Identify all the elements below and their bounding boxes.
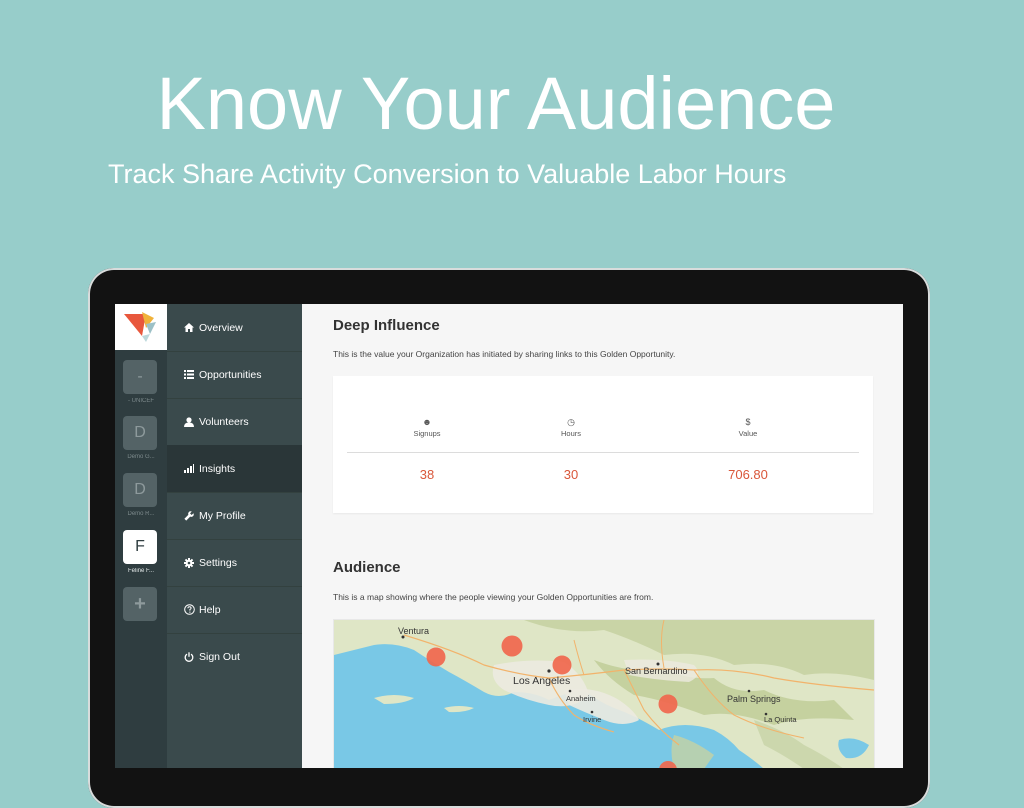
app-logo[interactable] — [115, 304, 167, 350]
nav-item-opportunities[interactable]: Opportunities — [167, 351, 302, 399]
bar-chart-icon — [183, 464, 195, 473]
org-label-unicef: - UNICEF — [128, 398, 154, 404]
org-button-demo-r[interactable]: D — [123, 473, 157, 507]
org-button-demo-g[interactable]: D — [123, 416, 157, 450]
stat-value-value: 706.80 — [728, 467, 768, 482]
user-icon: ☻ — [422, 417, 432, 427]
stat-value-hours: 30 — [563, 467, 579, 482]
nav-item-sign-out[interactable]: Sign Out — [167, 633, 302, 680]
org-label-feline-f: Feline F... — [127, 568, 154, 574]
org-label-demo-g: Demo G... — [127, 454, 155, 460]
nav-label-settings: Settings — [199, 556, 237, 569]
logo-icon — [124, 312, 156, 342]
audience-marker — [658, 694, 678, 714]
gear-icon — [183, 557, 195, 568]
nav-label-opportunities: Opportunities — [199, 368, 262, 381]
user-icon — [183, 416, 195, 427]
stat-label-signups: Signups — [413, 429, 441, 438]
deep-influence-description: This is the value your Organization has … — [333, 349, 676, 359]
org-button-feline-f[interactable]: F — [123, 530, 157, 564]
add-org-button[interactable]: + — [123, 587, 157, 621]
nav-label-overview: Overview — [199, 321, 243, 334]
audience-title: Audience — [333, 559, 401, 576]
city-dot-ventura — [401, 635, 405, 639]
org-label-demo-r: Demo R... — [127, 511, 155, 517]
nav-label-volunteers: Volunteers — [199, 415, 249, 428]
dollar-icon: $ — [745, 417, 751, 427]
stat-label-value: Value — [738, 429, 758, 438]
audience-marker — [426, 647, 446, 667]
wrench-icon — [183, 510, 195, 521]
deep-influence-title: Deep Influence — [333, 317, 440, 334]
nav-item-my-profile[interactable]: My Profile — [167, 492, 302, 540]
nav-label-insights: Insights — [199, 462, 236, 475]
nav-item-insights[interactable]: Insights — [167, 445, 302, 493]
city-dot-los-angeles — [547, 669, 551, 673]
home-icon — [183, 323, 195, 332]
clock-icon: ◷ — [567, 417, 575, 427]
app-screen: - - UNICEF D Demo G... D Demo R... F Fel… — [115, 304, 903, 768]
audience-marker — [501, 635, 523, 657]
city-dot-irvine — [590, 710, 594, 714]
stat-hours: ◷ Hours — [511, 416, 631, 438]
help-icon — [183, 604, 195, 615]
audience-marker — [659, 761, 677, 768]
org-rail: - - UNICEF D Demo G... D Demo R... F Fel… — [115, 304, 167, 768]
city-dot-anaheim — [568, 689, 572, 693]
list-icon — [183, 370, 195, 379]
audience-map[interactable]: Ventura Los Angeles San Bernardino Anahe… — [333, 619, 875, 768]
audience-description: This is a map showing where the people v… — [333, 592, 654, 602]
nav-label-my-profile: My Profile — [199, 509, 246, 522]
nav-label-help: Help — [199, 603, 221, 616]
nav-label-sign-out: Sign Out — [199, 650, 240, 663]
hero-subtitle: Track Share Activity Conversion to Valua… — [108, 159, 787, 189]
stat-value: $ Value — [688, 416, 808, 438]
stat-signups: ☻ Signups — [367, 416, 487, 438]
power-icon — [183, 651, 195, 662]
map-overlay — [401, 635, 768, 768]
influence-stats-card: ☻ Signups ◷ Hours $ Value — [333, 376, 873, 513]
audience-marker — [552, 655, 572, 675]
nav-sidebar: Overview Opportunities Volunteers Insigh… — [167, 304, 302, 768]
main-content: Deep Influence This is the value your Or… — [302, 304, 903, 768]
stats-divider — [347, 452, 859, 453]
hero-title: Know Your Audience — [156, 62, 836, 145]
stat-label-hours: Hours — [560, 429, 581, 438]
org-button-unicef[interactable]: - — [123, 360, 157, 394]
city-dot-palm-springs — [747, 689, 751, 693]
nav-item-settings[interactable]: Settings — [167, 539, 302, 587]
stat-value-signups: 38 — [419, 467, 435, 482]
nav-item-overview[interactable]: Overview — [167, 304, 302, 352]
nav-item-help[interactable]: Help — [167, 586, 302, 634]
city-dot-la-quinta — [764, 712, 768, 716]
city-dot-san-bernardino — [656, 662, 660, 666]
nav-item-volunteers[interactable]: Volunteers — [167, 398, 302, 446]
